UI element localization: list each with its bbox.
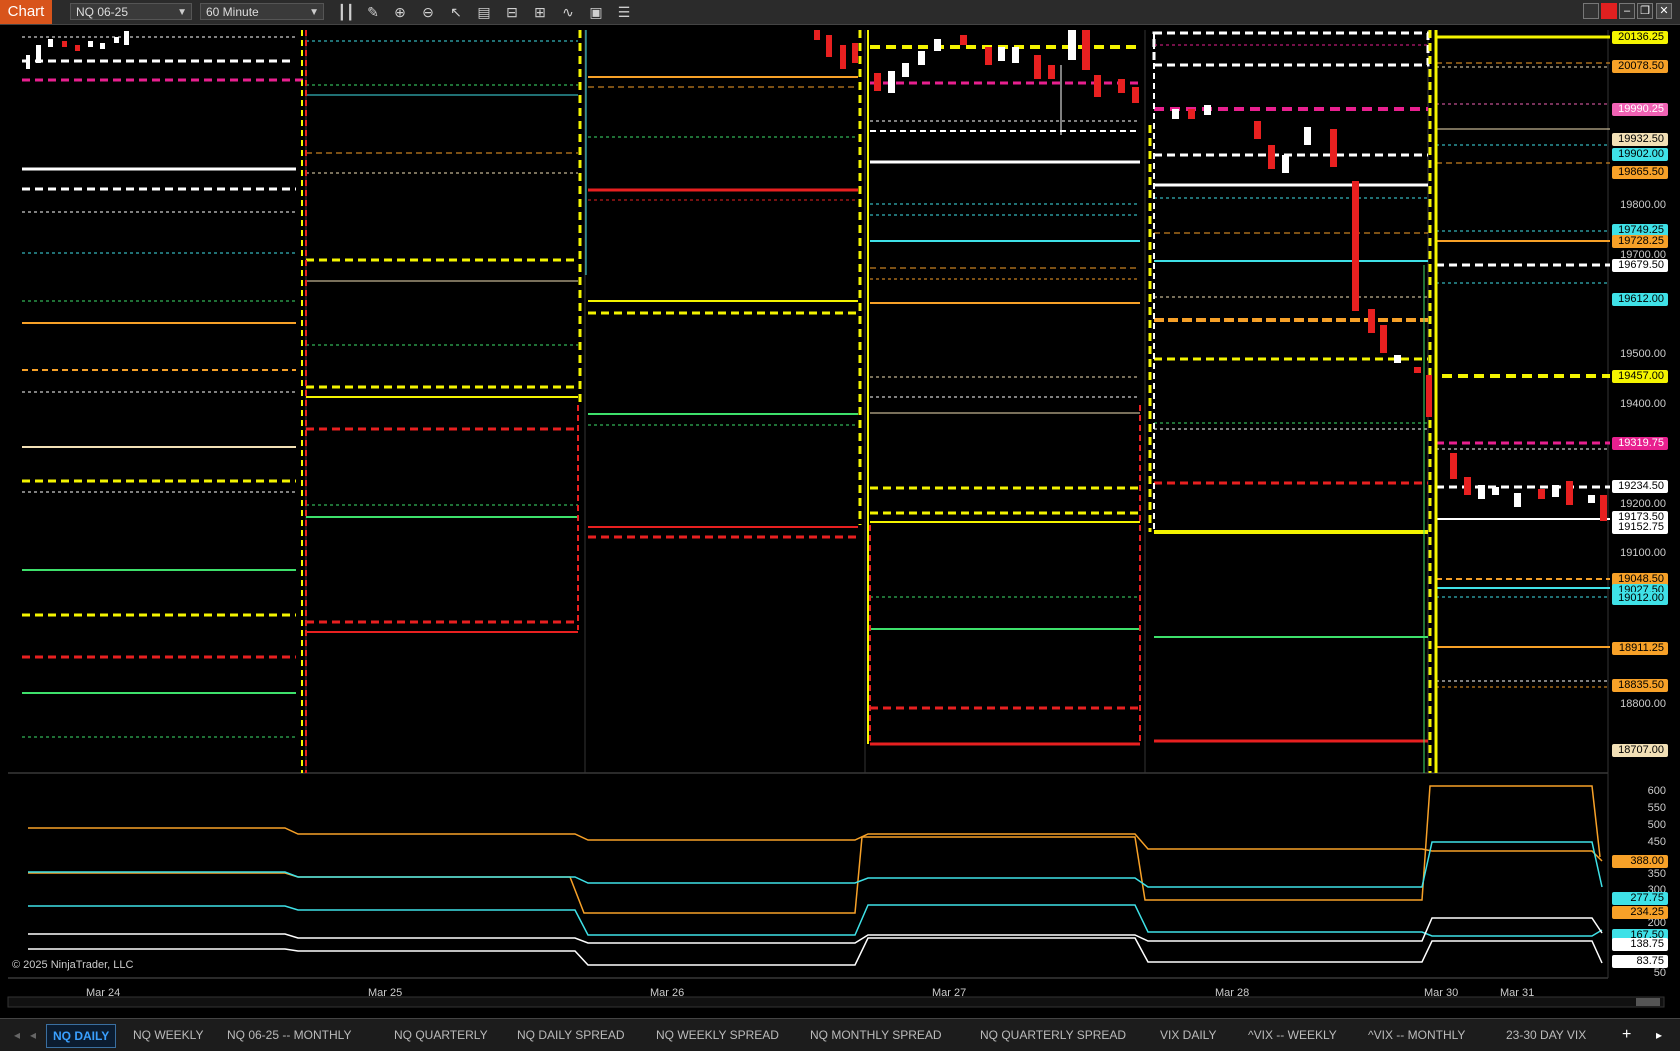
tab-23-30-day-vix[interactable]: 23-30 DAY VIX — [1500, 1024, 1592, 1046]
list-icon[interactable]: ☰ — [615, 3, 633, 21]
price-tick: 19100.00 — [1620, 547, 1666, 559]
indicator-label: 277.75 — [1612, 892, 1668, 905]
price-label: 19012.00 — [1612, 592, 1668, 605]
indicator-tick: 550 — [1647, 802, 1666, 814]
chart-toolbar: Chart NQ 06-25 ▼ 60 Minute ▼ ┃┃ ✎ ⊕ ⊖ ↖ … — [0, 0, 1680, 25]
levels-mar24 — [22, 36, 304, 738]
tab-nq-monthly-spread[interactable]: NQ MONTHLY SPREAD — [804, 1024, 948, 1046]
pop-out-icon[interactable]: ❐ — [1637, 3, 1653, 19]
price-tick: 19800.00 — [1620, 199, 1666, 211]
levels-mar25 — [301, 30, 578, 773]
indicator-label: 138.75 — [1612, 938, 1668, 951]
price-label: 19152.75 — [1612, 521, 1668, 534]
indicator-tick: 500 — [1647, 819, 1666, 831]
close-icon[interactable]: ✕ — [1656, 3, 1672, 19]
scroll-right-icon[interactable]: ▸ — [1650, 1024, 1668, 1046]
spread-indicator-panel — [28, 785, 1603, 966]
date-label: Mar 26 — [650, 987, 685, 999]
scrollbar-thumb[interactable] — [1636, 998, 1660, 1006]
price-tick: 18800.00 — [1620, 698, 1666, 710]
maximize-icon[interactable] — [1601, 3, 1617, 19]
price-chart-canvas[interactable] — [0, 25, 1680, 1015]
restore-icon[interactable] — [1583, 3, 1599, 19]
price-tick: 19500.00 — [1620, 348, 1666, 360]
scroll-left-icon[interactable]: ◂ — [24, 1024, 42, 1046]
strategies-icon[interactable]: ▣ — [587, 3, 605, 21]
date-label: Mar 27 — [932, 987, 967, 999]
date-label: Mar 24 — [86, 987, 121, 999]
price-label: 18707.00 — [1612, 744, 1668, 757]
price-label: 19990.25 — [1612, 103, 1668, 116]
timeframe-selector[interactable]: 60 Minute ▼ — [200, 3, 324, 20]
tab-nq-monthly[interactable]: NQ 06-25 -- MONTHLY — [221, 1024, 357, 1046]
timeframe-value: 60 Minute — [206, 5, 259, 19]
indicator-tick: 600 — [1647, 785, 1666, 797]
minimize-icon[interactable]: – — [1619, 3, 1635, 19]
pointer-icon[interactable]: ↖ — [447, 3, 465, 21]
chevron-down-icon: ▼ — [177, 7, 187, 18]
bar-type-icon[interactable]: ┃┃ — [337, 3, 355, 21]
price-label: 19234.50 — [1612, 480, 1668, 493]
price-tick: 19200.00 — [1620, 498, 1666, 510]
templates-icon[interactable]: ⊟ — [503, 3, 521, 21]
date-label: Mar 28 — [1215, 987, 1250, 999]
chevron-down-icon: ▼ — [309, 7, 319, 18]
levels-mar26 — [577, 30, 858, 630]
tab-vix-monthly[interactable]: ^VIX -- MONTHLY — [1362, 1024, 1471, 1046]
indicator-label: 83.75 — [1612, 955, 1668, 968]
tab-nq-daily[interactable]: NQ DAILY — [46, 1024, 117, 1048]
properties-icon[interactable]: ⊞ — [531, 3, 549, 21]
price-label: 19728.25 — [1612, 235, 1668, 248]
data-box-icon[interactable]: ▤ — [475, 3, 493, 21]
instrument-selector[interactable]: NQ 06-25 ▼ — [70, 3, 192, 20]
tab-nq-weekly-spread[interactable]: NQ WEEKLY SPREAD — [650, 1024, 785, 1046]
indicator-tick: 450 — [1647, 836, 1666, 848]
price-tick: 19400.00 — [1620, 398, 1666, 410]
indicator-label: 388.00 — [1612, 855, 1668, 868]
instrument-value: NQ 06-25 — [76, 5, 129, 19]
zoom-in-icon[interactable]: ⊕ — [391, 3, 409, 21]
price-label: 19679.50 — [1612, 259, 1668, 272]
tab-vix-daily[interactable]: VIX DAILY — [1154, 1024, 1222, 1046]
tab-nq-quarterly-spread[interactable]: NQ QUARTERLY SPREAD — [974, 1024, 1132, 1046]
indicator-tick: 50 — [1653, 967, 1666, 979]
levels-mar27 — [858, 30, 1140, 746]
tab-nq-quarterly[interactable]: NQ QUARTERLY — [388, 1024, 494, 1046]
indicators-icon[interactable]: ∿ — [559, 3, 577, 21]
price-label: 19865.50 — [1612, 166, 1668, 179]
indicator-label: 234.25 — [1612, 906, 1668, 919]
levels-mar30-31 — [1423, 30, 1610, 773]
price-label: 18835.50 — [1612, 679, 1668, 692]
zoom-out-icon[interactable]: ⊖ — [419, 3, 437, 21]
tab-vix-weekly[interactable]: ^VIX -- WEEKLY — [1242, 1024, 1343, 1046]
indicator-tick: 350 — [1647, 868, 1666, 880]
add-tab-icon[interactable]: + — [1616, 1024, 1637, 1046]
copyright-text: © 2025 NinjaTrader, LLC — [12, 959, 134, 971]
price-label: 19612.00 — [1612, 293, 1668, 306]
date-label: Mar 25 — [368, 987, 403, 999]
price-label: 20078.50 — [1612, 60, 1668, 73]
levels-mar28 — [1139, 31, 1430, 743]
price-label: 20136.25 — [1612, 31, 1668, 44]
chart-tab-bar: ◂ ◂ NQ DAILY NQ WEEKLY NQ 06-25 -- MONTH… — [0, 1018, 1680, 1051]
date-label: Mar 31 — [1500, 987, 1535, 999]
price-label: 19932.50 — [1612, 133, 1668, 146]
price-label: 19902.00 — [1612, 148, 1668, 161]
price-label: 19319.75 — [1612, 437, 1668, 450]
tab-nq-weekly[interactable]: NQ WEEKLY — [127, 1024, 209, 1046]
draw-pencil-icon[interactable]: ✎ — [364, 3, 382, 21]
price-label: 19457.00 — [1612, 370, 1668, 383]
tab-nq-daily-spread[interactable]: NQ DAILY SPREAD — [511, 1024, 631, 1046]
price-label: 18911.25 — [1612, 642, 1668, 655]
date-label: Mar 30 — [1424, 987, 1459, 999]
chart-window-tab[interactable]: Chart — [0, 0, 52, 24]
